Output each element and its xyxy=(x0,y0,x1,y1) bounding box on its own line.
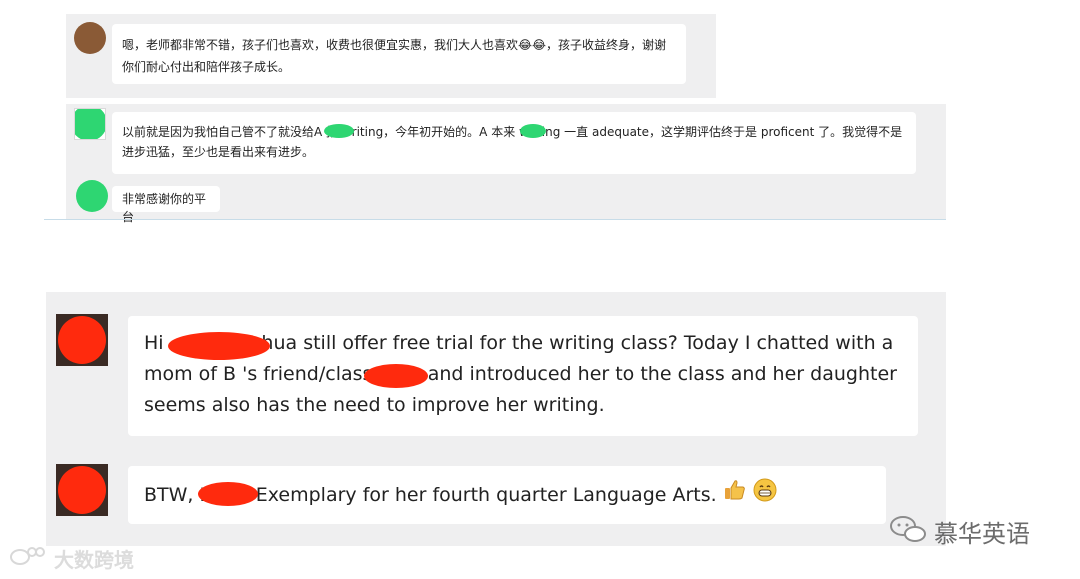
chat-panel-1: 嗯，老师都非常不错，孩子们也喜欢，收费也很便宜实惠，我们大人也喜欢😂😂，孩子收益… xyxy=(66,14,716,98)
message-bubble: Hi , does Muhua still offer free trial f… xyxy=(128,316,918,436)
divider-line xyxy=(44,219,946,220)
grinning-emoji xyxy=(753,478,777,513)
message-bubble: 非常感谢你的平台 xyxy=(112,186,220,224)
avatar-redaction-mark xyxy=(58,316,106,364)
message-bubble: 嗯，老师都非常不错，孩子们也喜欢，收费也很便宜实惠，我们大人也喜欢😂😂，孩子收益… xyxy=(112,24,686,84)
text-redaction-mark xyxy=(520,124,546,138)
message-bubble: 以前就是因为我怕自己管不了就没给A 报 writing，今年初开始的。A 本来 … xyxy=(112,112,916,174)
chat-panel-3: Hi , does Muhua still offer free trial f… xyxy=(46,292,946,546)
watermark-left: 大数跨境 xyxy=(8,544,134,572)
user-avatar-red[interactable] xyxy=(56,314,108,366)
avatar-redaction-mark xyxy=(75,109,105,139)
wechat-logo-icon xyxy=(888,514,928,548)
message-text: 以前就是因为我怕自己管不了就没给A 报 writing，今年初开始的。A 本来 … xyxy=(122,125,903,159)
text-redaction-mark xyxy=(198,482,258,506)
thumbs-up-emoji xyxy=(723,478,747,513)
user-avatar-red[interactable] xyxy=(56,464,108,516)
message-bubble: BTW, B got Exemplary for her fourth quar… xyxy=(128,466,886,524)
chat-panel-2: 以前就是因为我怕自己管不了就没给A 报 writing，今年初开始的。A 本来 … xyxy=(66,104,946,224)
user-avatar-brown[interactable] xyxy=(74,22,106,54)
avatar-redaction-mark xyxy=(58,466,106,514)
text-redaction-mark xyxy=(364,364,428,388)
message-text: 嗯，老师都非常不错，孩子们也喜欢，收费也很便宜实惠，我们大人也喜欢😂😂，孩子收益… xyxy=(122,38,667,74)
user-avatar-green[interactable] xyxy=(74,108,106,140)
watermark-right: 慕华英语 xyxy=(888,514,1030,548)
weibo-logo-icon xyxy=(8,544,48,572)
watermark-text: 大数跨境 xyxy=(54,547,134,572)
text-redaction-mark xyxy=(324,124,354,138)
user-avatar-green[interactable] xyxy=(76,180,108,212)
message-text: 非常感谢你的平台 xyxy=(122,192,207,224)
text-redaction-mark xyxy=(168,332,270,360)
watermark-text: 慕华英语 xyxy=(934,519,1030,548)
